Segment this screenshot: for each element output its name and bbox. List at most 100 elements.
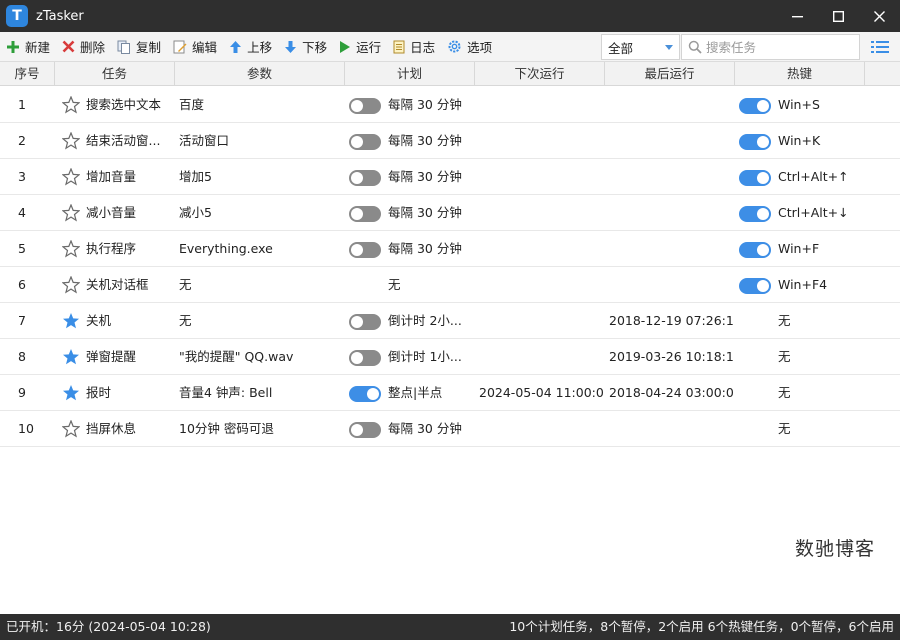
hotkey-toggle[interactable] (739, 98, 771, 114)
copy-label: 复制 (136, 40, 162, 55)
copy-icon (117, 40, 131, 54)
schedule-toggle[interactable] (349, 386, 381, 402)
task-index: 9 (18, 385, 26, 400)
table-row[interactable]: 6 关机对话框 无 无 Win+F4 (0, 267, 900, 303)
star-outline-icon[interactable] (62, 276, 80, 294)
search-input[interactable] (706, 39, 846, 55)
toggle-knob (351, 352, 363, 364)
task-index: 6 (18, 277, 26, 292)
table-row[interactable]: 4 减小音量 减小5 每隔 30 分钟 Ctrl+Alt+↓ (0, 195, 900, 231)
log-label: 日志 (410, 40, 436, 55)
task-schedule: 每隔 30 分钟 (388, 133, 462, 148)
run-button[interactable]: 运行 (333, 33, 387, 61)
column-header-task[interactable]: 任务 (55, 62, 175, 86)
task-last-run (609, 195, 733, 231)
toggle-knob (757, 100, 769, 112)
table-row[interactable]: 3 增加音量 增加5 每隔 30 分钟 Ctrl+Alt+↑ (0, 159, 900, 195)
hotkey-toggle-cell (739, 98, 771, 114)
schedule-toggle[interactable] (349, 350, 381, 366)
star-outline-icon[interactable] (62, 420, 80, 438)
schedule-toggle[interactable] (349, 422, 381, 438)
task-hotkey: 无 (778, 421, 791, 436)
delete-button[interactable]: 删除 (56, 33, 111, 61)
search-icon (688, 40, 702, 54)
schedule-toggle[interactable] (349, 98, 381, 114)
star-filled-icon[interactable] (62, 312, 80, 330)
hotkey-toggle[interactable] (739, 242, 771, 258)
new-label: 新建 (25, 40, 51, 55)
task-last-run (609, 231, 733, 267)
task-last-run: 2018-12-19 07:26:18 (609, 313, 733, 328)
table-row[interactable]: 10 挡屏休息 10分钟 密码可退 每隔 30 分钟 无 (0, 411, 900, 447)
column-header-schedule[interactable]: 计划 (345, 62, 475, 86)
table-row[interactable]: 5 执行程序 Everything.exe 每隔 30 分钟 Win+F (0, 231, 900, 267)
table-row[interactable]: 9 报时 音量4 钟声: Bell 整点|半点 2024-05-04 11:00:00 2… (0, 375, 900, 411)
toggle-knob (351, 244, 363, 256)
task-name: 弹窗提醒 (86, 349, 137, 364)
table-row[interactable]: 2 结束活动窗... 活动窗口 每隔 30 分钟 Win+K (0, 123, 900, 159)
list-view-button[interactable] (862, 34, 898, 60)
arrow-down-icon (285, 40, 297, 53)
new-button[interactable]: 新建 (0, 33, 56, 61)
edit-button[interactable]: 编辑 (167, 33, 223, 61)
task-table: 1 搜索选中文本 百度 每隔 30 分钟 Win+S 2 结束活动窗... 活动窗口 每隔 3… (0, 87, 900, 447)
schedule-toggle[interactable] (349, 170, 381, 186)
move-down-button[interactable]: 下移 (278, 33, 333, 61)
schedule-toggle[interactable] (349, 314, 381, 330)
task-schedule: 每隔 30 分钟 (388, 97, 462, 112)
task-schedule: 每隔 30 分钟 (388, 205, 462, 220)
table-row[interactable]: 7 关机 无 倒计时 2小... 2018-12-19 07:26:18 无 (0, 303, 900, 339)
task-last-run (609, 87, 733, 123)
toggle-knob (351, 100, 363, 112)
column-header-last-run[interactable]: 最后运行 (605, 62, 735, 86)
star-outline-icon[interactable] (62, 168, 80, 186)
task-hotkey: Ctrl+Alt+↓ (778, 205, 849, 220)
task-next-run (479, 159, 603, 195)
schedule-toggle-cell (349, 134, 381, 150)
column-header-next-run[interactable]: 下次运行 (475, 62, 605, 86)
hotkey-toggle[interactable] (739, 206, 771, 222)
table-row[interactable]: 8 弹窗提醒 "我的提醒" QQ.wav 倒计时 1小... 2019-03-26 10… (0, 339, 900, 375)
hotkey-toggle[interactable] (739, 170, 771, 186)
star-filled-icon[interactable] (62, 348, 80, 366)
close-icon (874, 10, 885, 22)
table-row[interactable]: 1 搜索选中文本 百度 每隔 30 分钟 Win+S (0, 87, 900, 123)
schedule-toggle[interactable] (349, 206, 381, 222)
task-index: 4 (18, 205, 26, 220)
task-last-run (609, 159, 733, 195)
options-button[interactable]: 选项 (441, 33, 498, 61)
task-last-run (609, 123, 733, 159)
schedule-toggle-cell (349, 386, 381, 402)
minimize-button[interactable] (777, 0, 818, 32)
toolbar: 新建 删除 复制 编辑 上移 下移 运行 日志 选项 全部 (0, 32, 900, 62)
column-header-params[interactable]: 参数 (175, 62, 345, 86)
task-params: 音量4 钟声: Bell (179, 385, 273, 400)
toggle-knob (351, 208, 363, 220)
move-up-button[interactable]: 上移 (223, 33, 278, 61)
schedule-toggle[interactable] (349, 242, 381, 258)
star-filled-icon[interactable] (62, 384, 80, 402)
task-name: 搜索选中文本 (86, 97, 162, 112)
star-outline-icon[interactable] (62, 240, 80, 258)
hotkey-toggle[interactable] (739, 134, 771, 150)
log-button[interactable]: 日志 (387, 33, 441, 61)
close-button[interactable] (859, 0, 900, 32)
column-header-index[interactable]: 序号 (0, 62, 55, 86)
task-next-run (479, 411, 603, 447)
task-last-run: 2018-04-24 03:00:00 (609, 385, 733, 400)
schedule-toggle[interactable] (349, 134, 381, 150)
task-next-run (479, 87, 603, 123)
options-label: 选项 (467, 40, 493, 55)
delete-x-icon (62, 40, 75, 53)
star-outline-icon[interactable] (62, 96, 80, 114)
hotkey-toggle[interactable] (739, 278, 771, 294)
task-summary-status: 10个计划任务，8个暂停，2个启用 6个热键任务，0个暂停，6个启用 (509, 619, 894, 634)
column-header-hotkey[interactable]: 热键 (735, 62, 865, 86)
maximize-button[interactable] (818, 0, 859, 32)
star-outline-icon[interactable] (62, 204, 80, 222)
star-outline-icon[interactable] (62, 132, 80, 150)
task-hotkey: 无 (778, 385, 791, 400)
copy-button[interactable]: 复制 (111, 33, 167, 61)
filter-select[interactable]: 全部 (601, 34, 680, 60)
task-next-run (479, 123, 603, 159)
